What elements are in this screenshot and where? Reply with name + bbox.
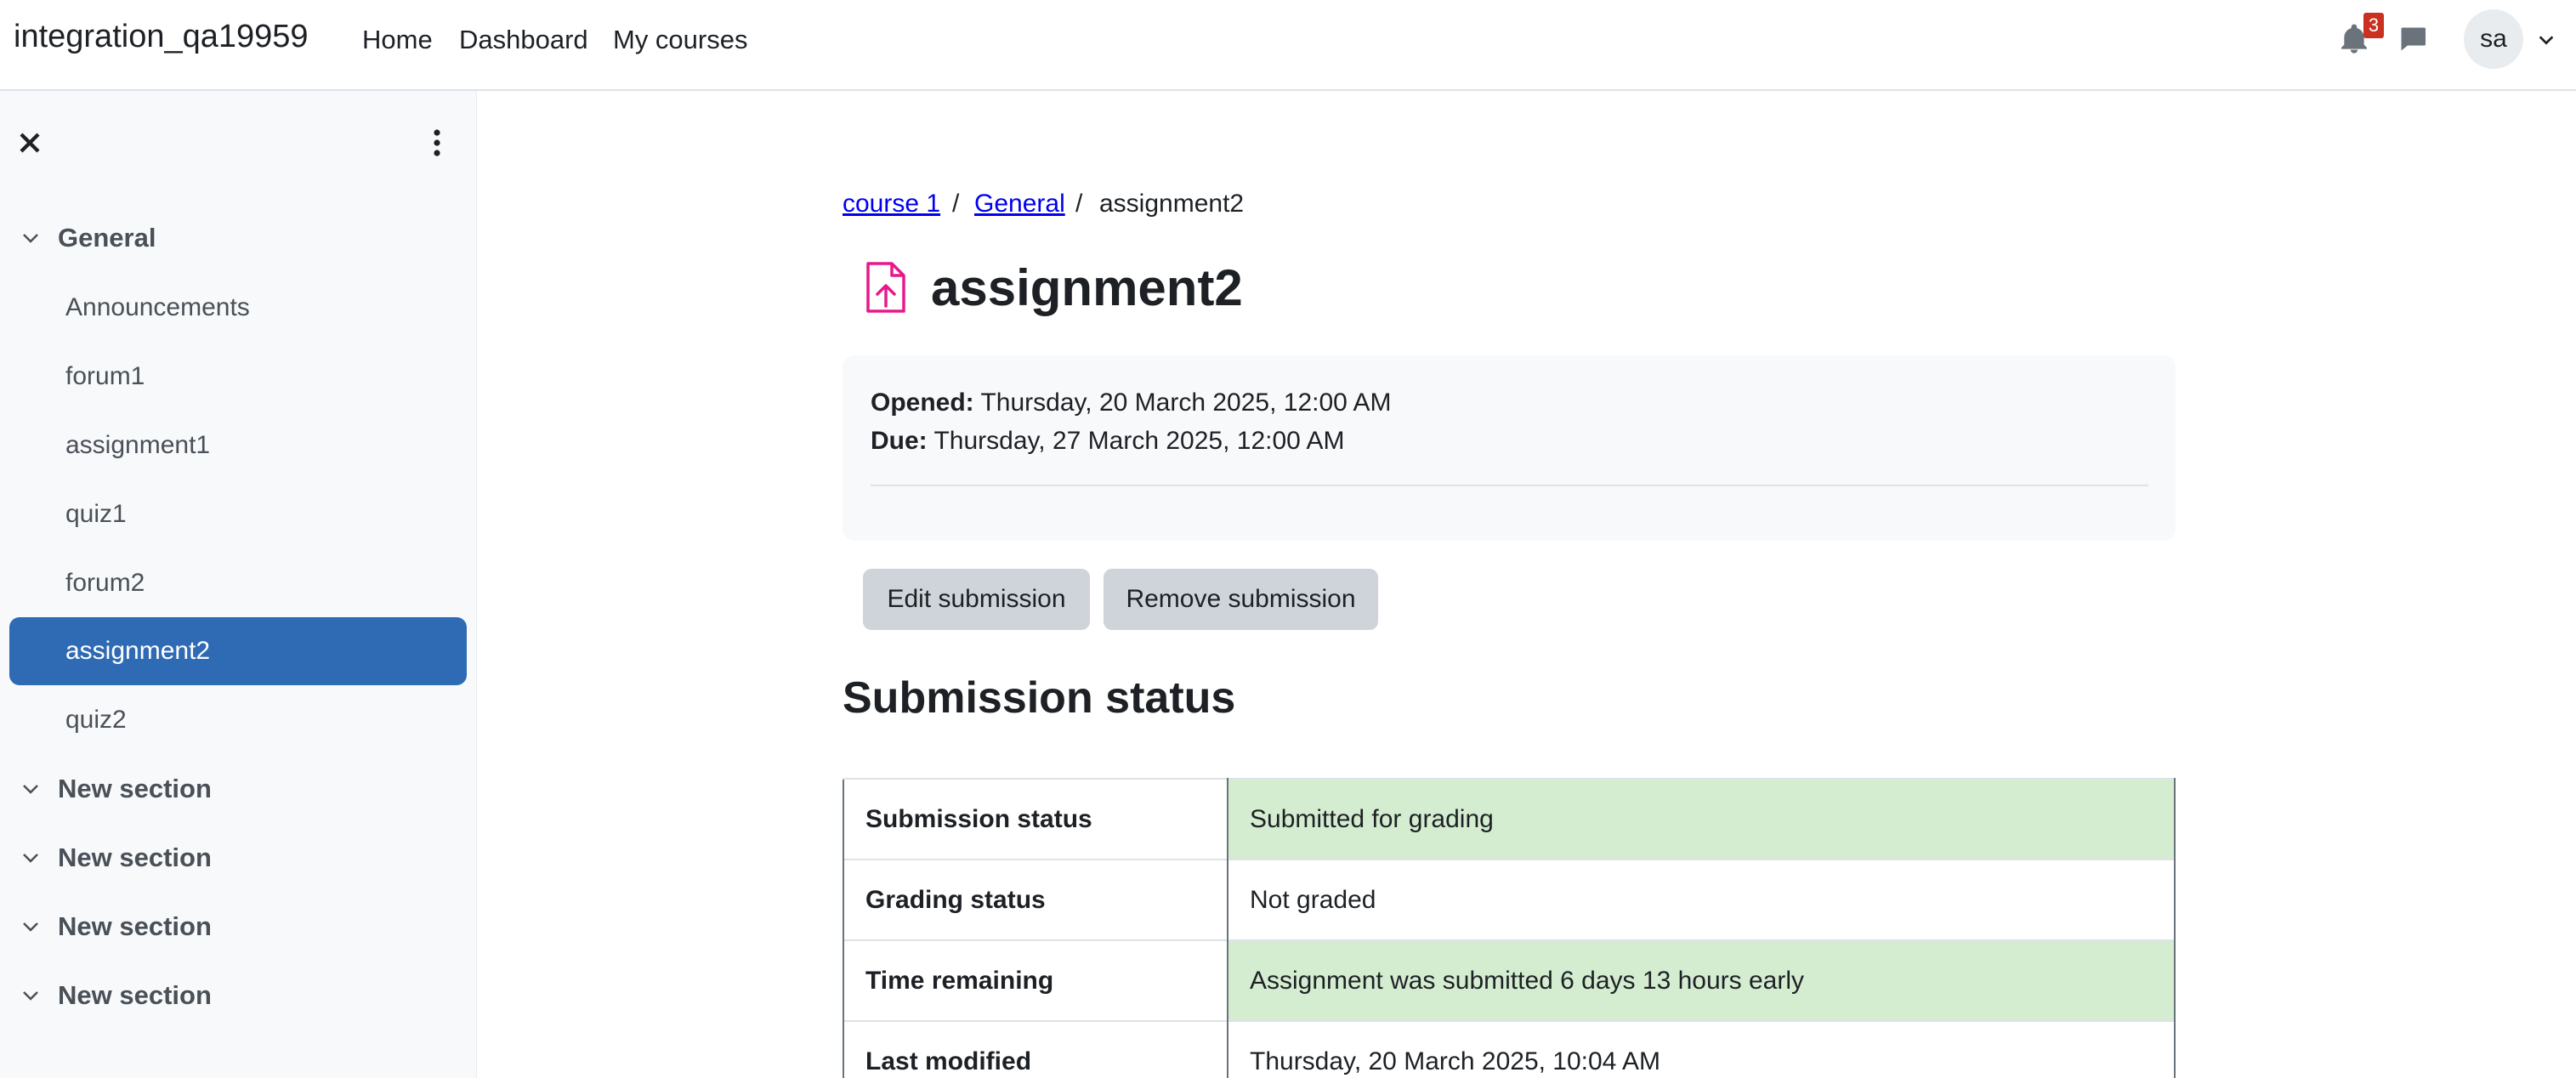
table-row: Time remaining Assignment was submitted … xyxy=(843,939,2176,1021)
section-new-section-2[interactable]: New section xyxy=(20,832,212,883)
row-label: Time remaining xyxy=(843,939,1228,1021)
nav-dashboard-link[interactable]: Dashboard xyxy=(459,25,588,55)
kebab-menu-icon[interactable] xyxy=(425,128,449,158)
row-value: Thursday, 20 March 2025, 10:04 AM xyxy=(1228,1020,2176,1078)
breadcrumb-course-link[interactable]: course 1 xyxy=(843,190,940,218)
page-title: assignment2 xyxy=(931,259,1243,316)
chevron-down-icon[interactable] xyxy=(20,779,41,799)
row-label: Submission status xyxy=(843,778,1228,860)
chevron-down-icon[interactable] xyxy=(20,228,41,248)
section-new-section-3[interactable]: New section xyxy=(20,901,212,952)
nav-my-courses-link[interactable]: My courses xyxy=(613,25,747,55)
drawer-item-assignment1[interactable]: assignment1 xyxy=(9,411,467,479)
section-title: New section xyxy=(58,980,212,1010)
section-general[interactable]: General xyxy=(20,213,156,264)
due-date: Due: Thursday, 27 March 2025, 12:00 AM xyxy=(871,427,1345,456)
section-title: New section xyxy=(58,843,212,872)
table-row: Grading status Not graded xyxy=(843,859,2176,940)
section-new-section-1[interactable]: New section xyxy=(20,763,212,814)
section-title: New section xyxy=(58,911,212,941)
site-name[interactable]: integration_qa19959 xyxy=(14,19,309,55)
notification-count-badge: 3 xyxy=(2363,13,2384,38)
nav-home-link[interactable]: Home xyxy=(362,25,433,55)
top-navbar: integration_qa19959 Home Dashboard My co… xyxy=(0,0,2576,91)
row-value: Assignment was submitted 6 days 13 hours… xyxy=(1228,939,2176,1021)
table-row: Last modified Thursday, 20 March 2025, 1… xyxy=(843,1020,2176,1078)
breadcrumb-current: assignment2 xyxy=(1099,190,1245,218)
activity-dates: Opened: Thursday, 20 March 2025, 12:00 A… xyxy=(843,355,2176,541)
due-label: Due: xyxy=(871,427,928,455)
drawer-item-quiz2[interactable]: quiz2 xyxy=(9,686,467,754)
drawer-item-quiz1[interactable]: quiz1 xyxy=(9,480,467,548)
breadcrumb-separator: / xyxy=(1075,190,1083,218)
assignment-upload-icon xyxy=(866,262,905,313)
edit-submission-button[interactable]: Edit submission xyxy=(863,569,1090,630)
breadcrumb-separator: / xyxy=(952,190,960,218)
user-avatar[interactable]: sa xyxy=(2464,9,2523,69)
remove-submission-button[interactable]: Remove submission xyxy=(1104,569,1378,630)
section-title: General xyxy=(58,223,156,252)
table-row: Submission status Submitted for grading xyxy=(843,778,2176,860)
opened-value: Thursday, 20 March 2025, 12:00 AM xyxy=(980,389,1392,417)
chevron-down-icon[interactable] xyxy=(2537,31,2556,49)
divider xyxy=(871,485,2148,486)
chevron-down-icon[interactable] xyxy=(20,985,41,1006)
chevron-down-icon[interactable] xyxy=(20,848,41,868)
section-title: New section xyxy=(58,774,212,803)
drawer-item-announcements[interactable]: Announcements xyxy=(9,274,467,342)
drawer-item-forum1[interactable]: forum1 xyxy=(9,343,467,411)
submission-status-table: Submission status Submitted for grading … xyxy=(843,778,2176,1078)
row-value: Submitted for grading xyxy=(1228,778,2176,860)
opened-date: Opened: Thursday, 20 March 2025, 12:00 A… xyxy=(871,389,1392,417)
drawer-item-forum2[interactable]: forum2 xyxy=(9,549,467,617)
close-icon[interactable] xyxy=(17,130,43,156)
drawer-item-assignment2[interactable]: assignment2 xyxy=(9,617,467,685)
section-new-section-4[interactable]: New section xyxy=(20,970,212,1021)
breadcrumb-section-link[interactable]: General xyxy=(974,190,1065,218)
row-label: Last modified xyxy=(843,1020,1228,1078)
submission-status-heading: Submission status xyxy=(843,673,1236,723)
chevron-down-icon[interactable] xyxy=(20,916,41,937)
due-value: Thursday, 27 March 2025, 12:00 AM xyxy=(933,427,1345,455)
row-value: Not graded xyxy=(1228,859,2176,940)
opened-label: Opened: xyxy=(871,389,974,417)
chat-icon[interactable] xyxy=(2397,24,2428,54)
course-index-drawer: General Announcements forum1 assignment1… xyxy=(0,91,477,1078)
row-label: Grading status xyxy=(843,859,1228,940)
